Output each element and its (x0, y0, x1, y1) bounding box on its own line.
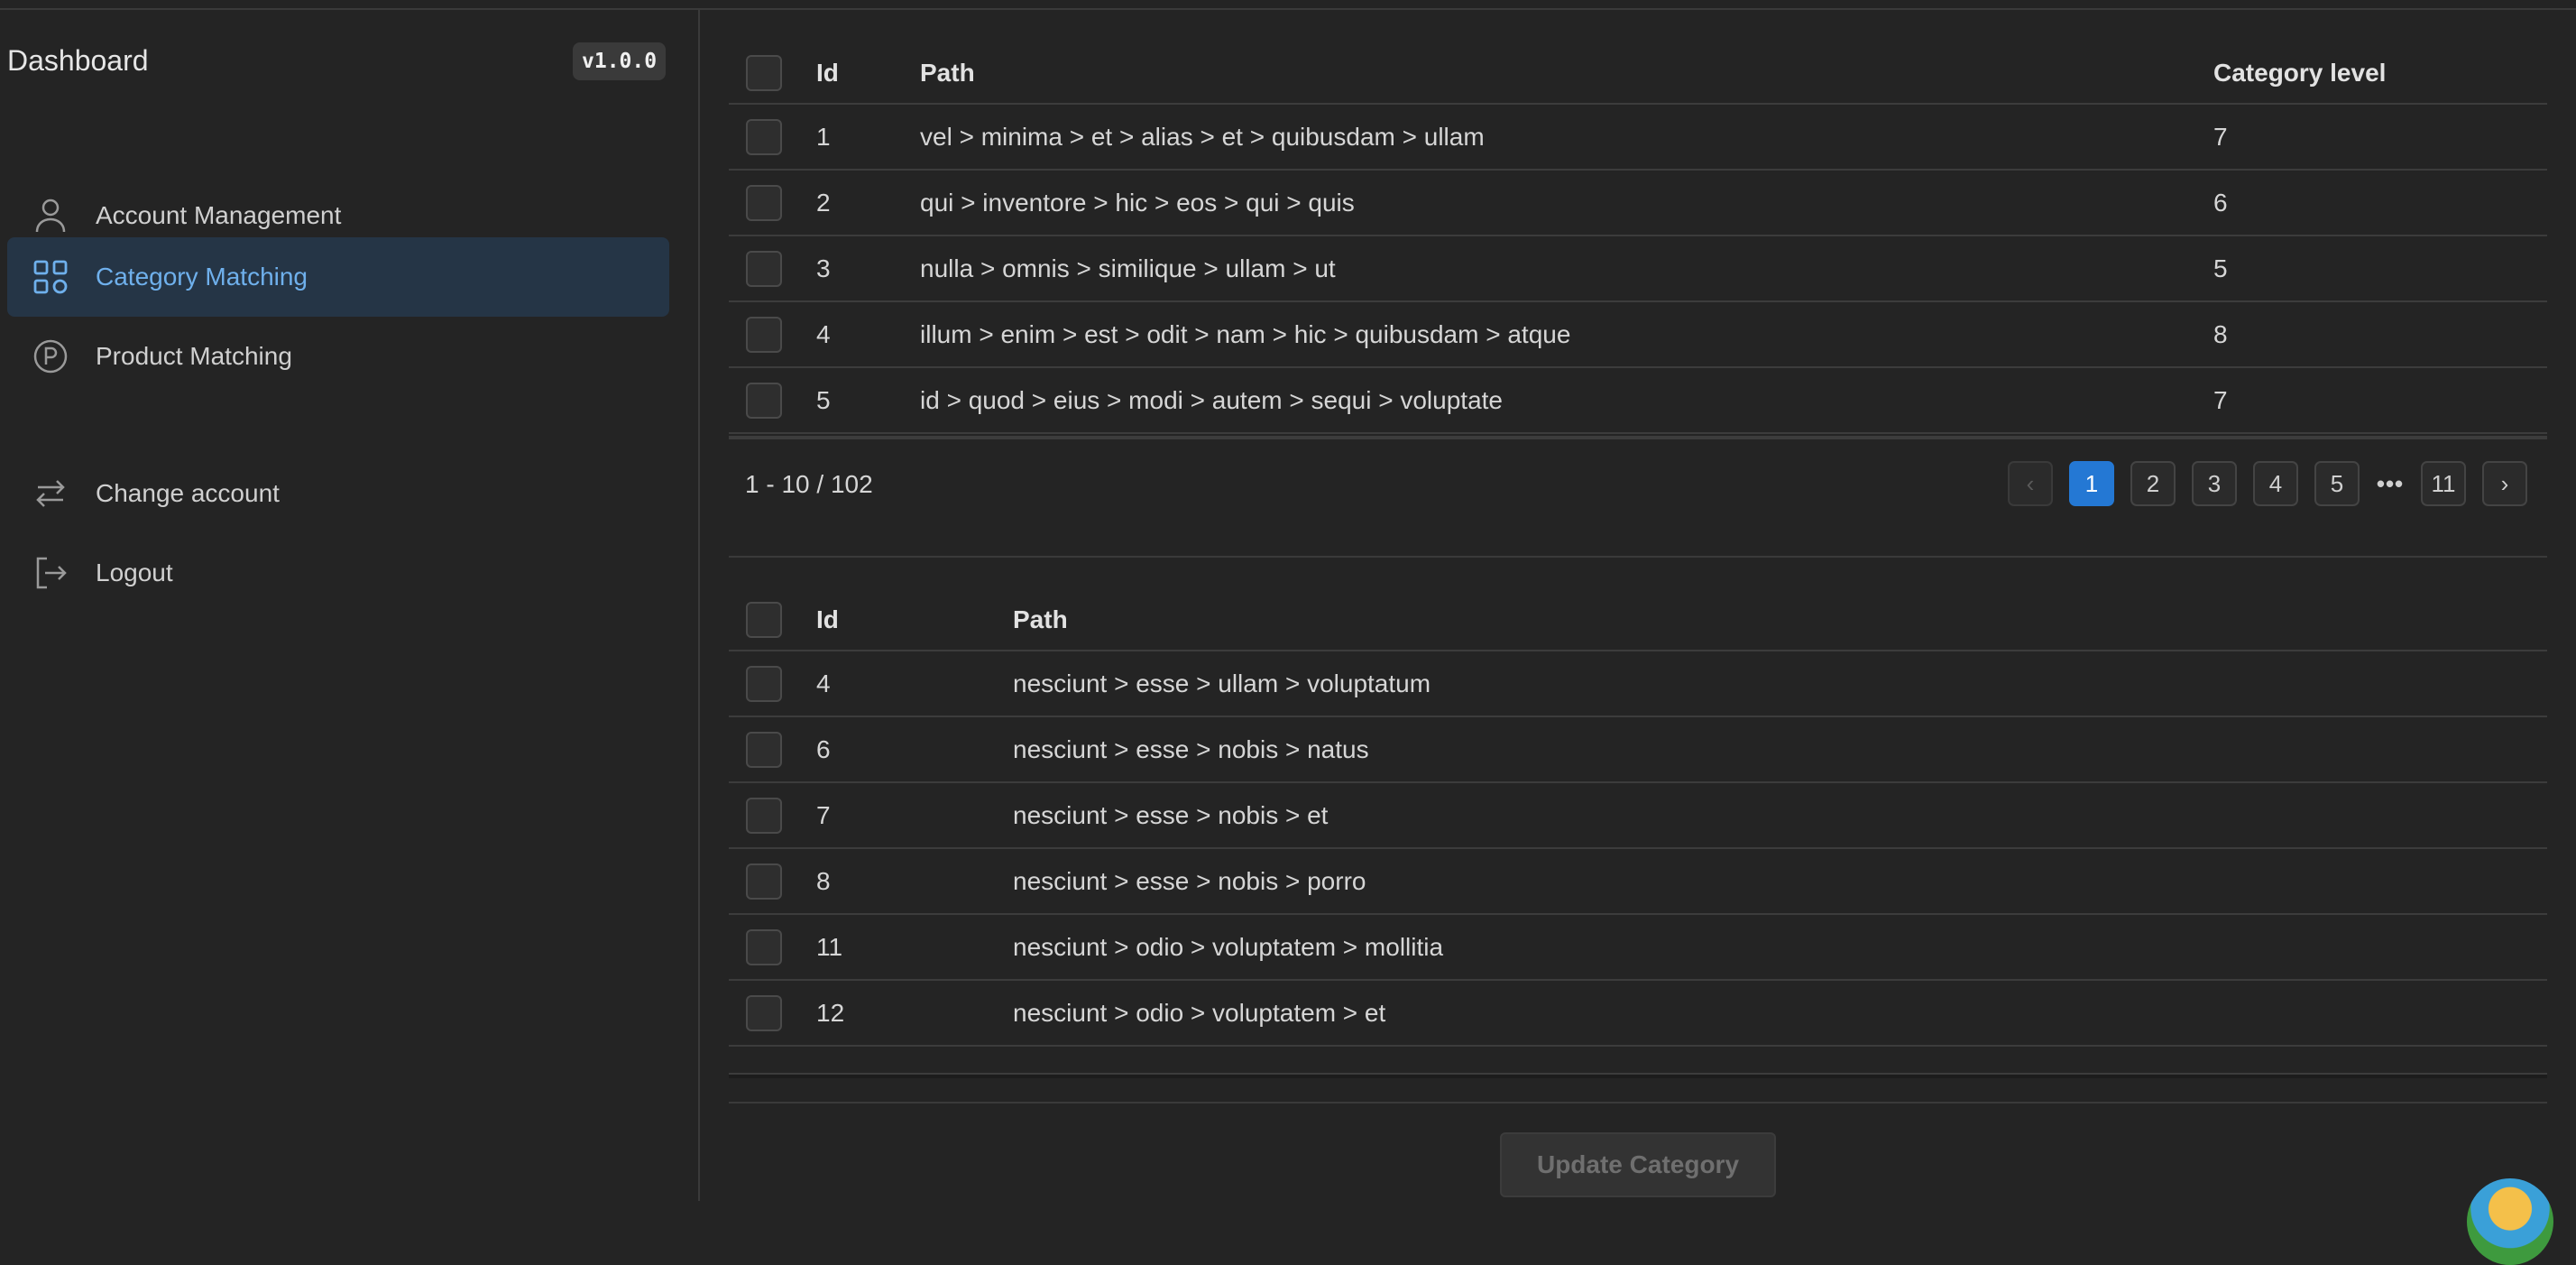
next-page-button[interactable]: › (2482, 461, 2527, 506)
cell-path: nulla > omnis > similique > ullam > ut (920, 235, 2213, 302)
table-row[interactable]: 11 nesciunt > odio > voluptatem > mollit… (729, 914, 2547, 981)
page-button-3[interactable]: 3 (2192, 461, 2237, 506)
cell-path: qui > inventore > hic > eos > qui > quis (920, 170, 2213, 236)
cell-id: 11 (816, 914, 1013, 981)
cell-id: 7 (816, 782, 1013, 849)
pagination-info: 1 - 10 / 102 (745, 470, 873, 498)
version-badge: v1.0.0 (573, 42, 667, 80)
section-divider (729, 1102, 2547, 1103)
page-button-1[interactable]: 1 (2069, 461, 2114, 506)
row-checkbox[interactable] (746, 994, 782, 1031)
table-row[interactable]: 5 id > quod > eius > modi > autem > sequ… (729, 367, 2547, 434)
page-button-2[interactable]: 2 (2130, 461, 2176, 506)
table-row[interactable]: 8 nesciunt > esse > nobis > porro (729, 848, 2547, 915)
column-header-id[interactable]: Id (816, 42, 920, 105)
cell-level: 7 (2213, 104, 2547, 171)
user-icon (32, 198, 69, 234)
prev-page-button[interactable]: ‹ (2008, 461, 2053, 506)
table-row[interactable]: 2 qui > inventore > hic > eos > qui > qu… (729, 170, 2547, 236)
table-row[interactable]: 4 illum > enim > est > odit > nam > hic … (729, 301, 2547, 368)
select-all-checkbox[interactable] (746, 601, 782, 638)
table-row[interactable]: 6 nesciunt > esse > nobis > natus (729, 716, 2547, 783)
logout-icon (32, 555, 69, 591)
select-all-checkbox[interactable] (746, 54, 782, 91)
avatar[interactable] (2467, 1178, 2553, 1265)
table-header-row: Id Path (729, 589, 2547, 651)
table-row[interactable]: 4 nesciunt > esse > ullam > voluptatum (729, 651, 2547, 717)
cell-path: vel > minima > et > alias > et > quibusd… (920, 104, 2213, 171)
cell-id: 4 (816, 301, 920, 368)
cell-id: 2 (816, 170, 920, 236)
sidebar-item-label: Change account (96, 479, 280, 507)
brand-title: Dashboard (7, 44, 149, 77)
cell-path: nesciunt > odio > voluptatem > et (1013, 980, 2547, 1047)
cell-path: nesciunt > esse > nobis > natus (1013, 716, 2547, 783)
row-checkbox[interactable] (746, 250, 782, 287)
cell-id: 4 (816, 651, 1013, 717)
row-checkbox[interactable] (746, 184, 782, 221)
sidebar-item-category-matching[interactable]: Category Matching (7, 237, 669, 317)
cell-id: 1 (816, 104, 920, 171)
matching-table: Id Path 4 nesciunt > esse > ullam > volu… (729, 589, 2547, 1076)
row-checkbox[interactable] (746, 731, 782, 768)
sidebar-item-label: Category Matching (96, 263, 308, 291)
cell-id: 8 (816, 848, 1013, 915)
table-header-row: Id Path Category level (729, 42, 2547, 105)
p-circle-icon (32, 338, 69, 374)
cell-level: 7 (2213, 367, 2547, 434)
cell-id: 6 (816, 716, 1013, 783)
page-button-5[interactable]: 5 (2314, 461, 2360, 506)
page-button-last[interactable]: 11 (2421, 461, 2466, 506)
sidebar: Dashboard v1.0.0 Account Management Cate… (0, 10, 700, 1201)
row-checkbox[interactable] (746, 665, 782, 702)
pagination-ellipsis[interactable]: ••• (2376, 461, 2405, 506)
column-header-path[interactable]: Path (1013, 589, 2547, 651)
row-checkbox[interactable] (746, 118, 782, 155)
sidebar-item-label: Logout (96, 559, 173, 586)
cell-path: nesciunt > esse > nobis > et (1013, 782, 2547, 849)
column-header-path[interactable]: Path (920, 42, 2213, 105)
row-checkbox[interactable] (746, 382, 782, 419)
update-category-button[interactable]: Update Category (1500, 1132, 1776, 1197)
cell-id: 12 (816, 980, 1013, 1047)
table-row[interactable]: 7 nesciunt > esse > nobis > et (729, 782, 2547, 849)
table-row[interactable]: 12 nesciunt > odio > voluptatem > et (729, 980, 2547, 1047)
table-row[interactable]: 1 vel > minima > et > alias > et > quibu… (729, 104, 2547, 171)
sidebar-item-logout[interactable]: Logout (7, 533, 669, 613)
table-scroll-edge (729, 1073, 2547, 1078)
column-header-id[interactable]: Id (816, 589, 1013, 651)
cell-path: nesciunt > esse > nobis > porro (1013, 848, 2547, 915)
page-button-4[interactable]: 4 (2253, 461, 2298, 506)
row-checkbox[interactable] (746, 863, 782, 900)
swap-arrows-icon (32, 476, 69, 512)
cell-id: 3 (816, 235, 920, 302)
cell-level: 8 (2213, 301, 2547, 368)
sidebar-item-product-matching[interactable]: Product Matching (7, 317, 669, 396)
sidebar-item-label: Product Matching (96, 342, 292, 370)
cell-path: id > quod > eius > modi > autem > sequi … (920, 367, 2213, 434)
pagination: ‹ 1 2 3 4 5 ••• 11 › (2008, 461, 2527, 506)
row-checkbox[interactable] (746, 797, 782, 834)
row-checkbox[interactable] (746, 316, 782, 353)
sidebar-item-label: Account Management (96, 201, 342, 229)
sidebar-item-change-account[interactable]: Change account (7, 454, 669, 533)
table-row[interactable]: 3 nulla > omnis > similique > ullam > ut… (729, 235, 2547, 302)
cell-level: 5 (2213, 235, 2547, 302)
grid-icon (32, 259, 69, 295)
cell-id: 5 (816, 367, 920, 434)
row-checkbox[interactable] (746, 928, 782, 965)
cell-path: nesciunt > odio > voluptatem > mollitia (1013, 914, 2547, 981)
cell-path: nesciunt > esse > ullam > voluptatum (1013, 651, 2547, 717)
column-header-category-level[interactable]: Category level (2213, 42, 2547, 105)
cell-path: illum > enim > est > odit > nam > hic > … (920, 301, 2213, 368)
top-border (0, 0, 2576, 10)
table-scroll-edge (729, 436, 2547, 439)
section-divider (729, 556, 2547, 558)
categories-table: Id Path Category level 1 vel > minima > … (729, 42, 2547, 434)
cell-level: 6 (2213, 170, 2547, 236)
